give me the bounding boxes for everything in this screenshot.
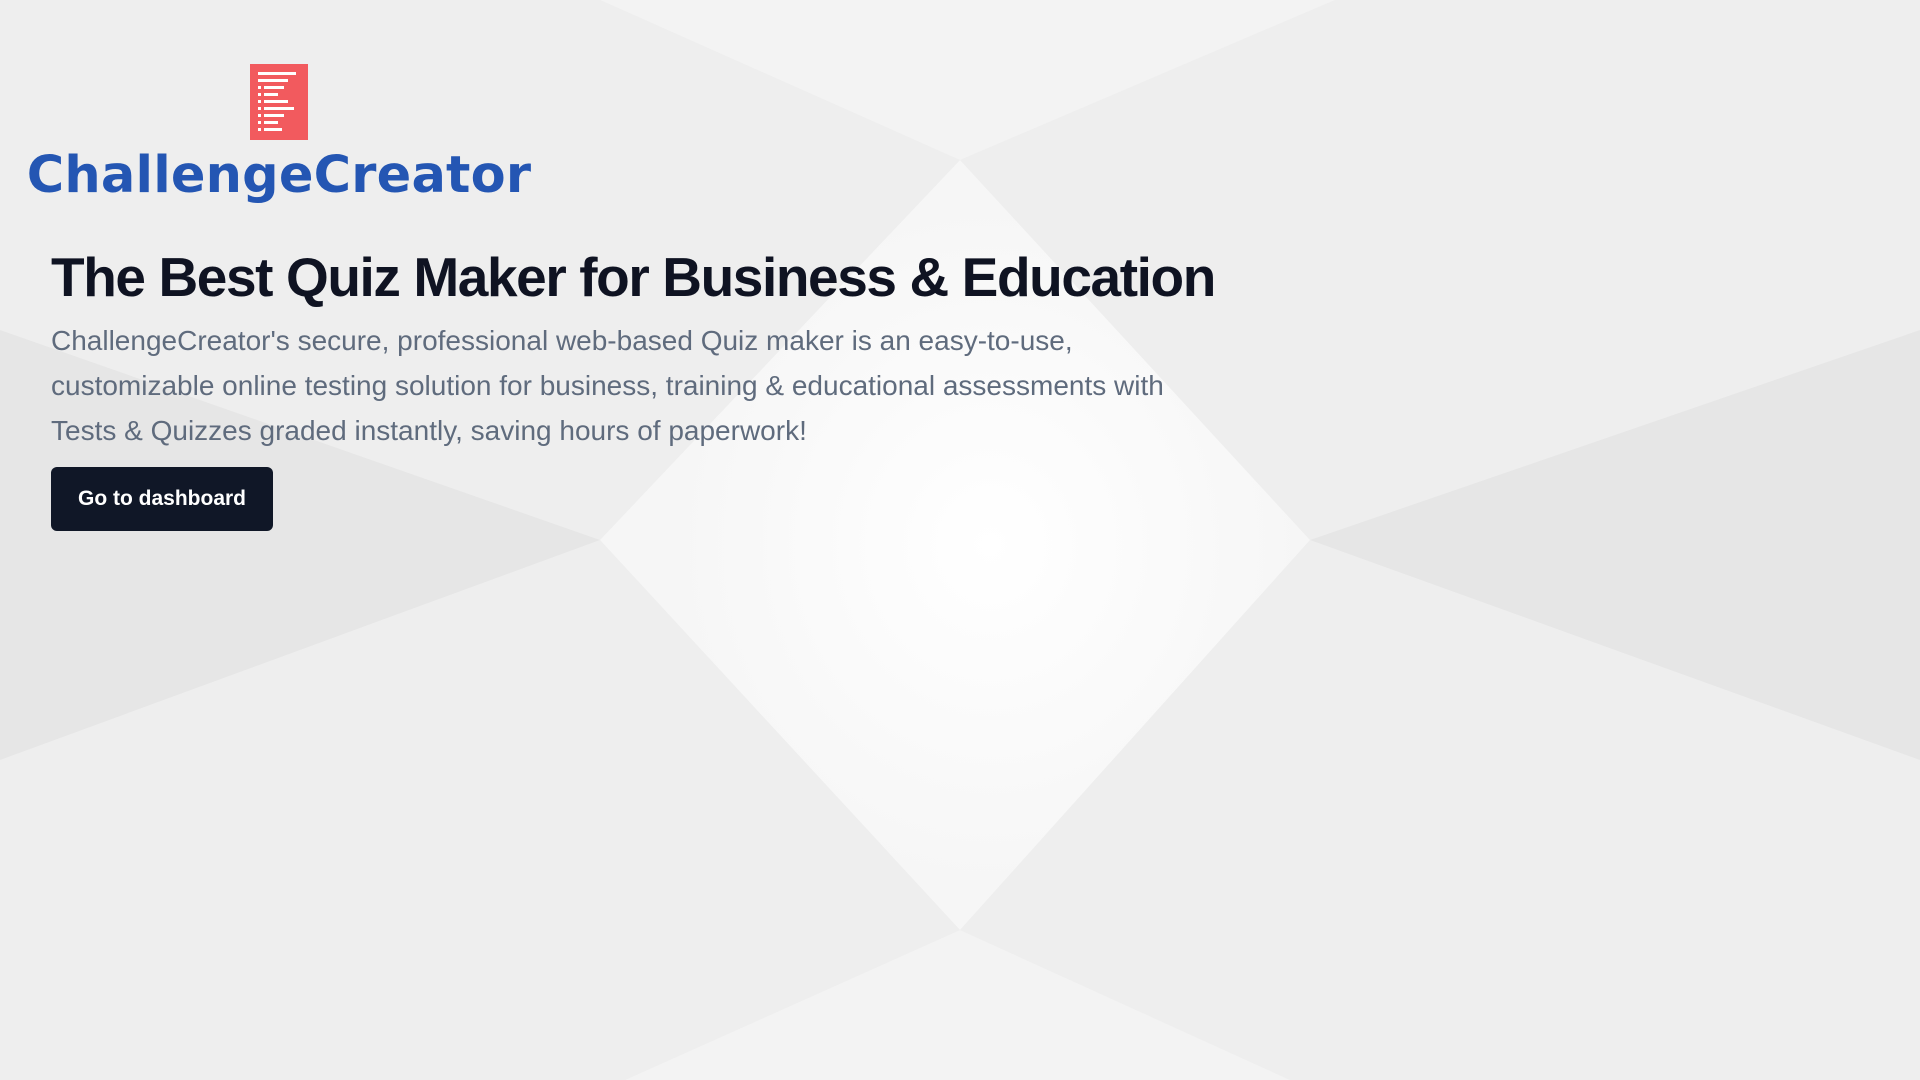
hero-description: ChallengeCreator's secure, professional … bbox=[51, 325, 1164, 446]
document-list-icon bbox=[250, 64, 308, 140]
brand-name: ChallengeCreator bbox=[26, 146, 532, 205]
go-to-dashboard-button[interactable]: Go to dashboard bbox=[51, 467, 273, 531]
page-title: The Best Quiz Maker for Business & Educa… bbox=[51, 246, 1216, 308]
hero-section: ChallengeCreator The Best Quiz Maker for… bbox=[27, 64, 1251, 531]
brand-logo[interactable]: ChallengeCreator bbox=[27, 64, 531, 206]
